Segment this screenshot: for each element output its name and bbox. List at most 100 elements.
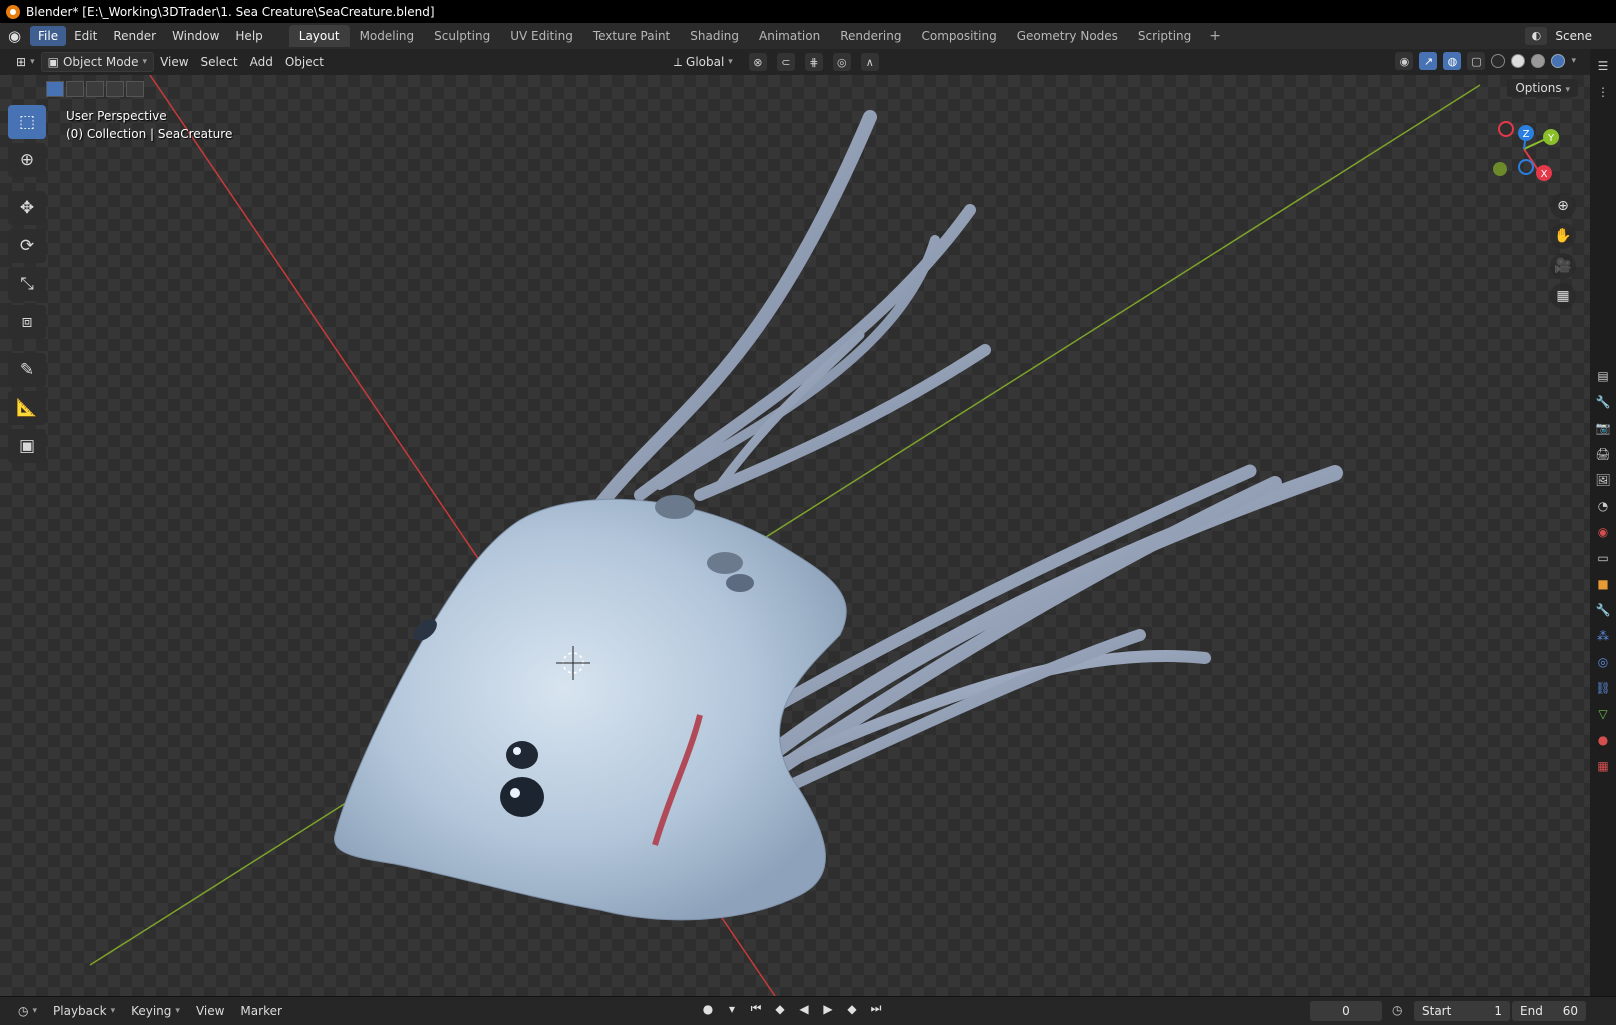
record-icon[interactable]: ● bbox=[700, 1002, 716, 1016]
select-new-icon[interactable] bbox=[46, 81, 64, 97]
tool-properties-icon[interactable]: 🔧 bbox=[1594, 393, 1612, 411]
select-intersect-icon[interactable] bbox=[126, 81, 144, 97]
gizmo-toggle-icon[interactable]: ↗ bbox=[1419, 52, 1438, 70]
orientation-dropdown[interactable]: ⟂ Global ▾ bbox=[668, 52, 739, 72]
pan-hand-icon[interactable]: ✋ bbox=[1550, 223, 1576, 249]
scene-icon[interactable]: ◐ bbox=[1525, 27, 1548, 45]
neg-z-handle[interactable] bbox=[1518, 159, 1534, 175]
current-frame-field[interactable]: 0 bbox=[1310, 1001, 1382, 1021]
preview-range-icon[interactable]: ◷ bbox=[1392, 1003, 1402, 1017]
options-button[interactable]: Options ▾ bbox=[1507, 79, 1578, 97]
ortho-grid-icon[interactable]: ▦ bbox=[1550, 283, 1576, 309]
solid-shading-icon[interactable] bbox=[1511, 54, 1526, 68]
select-extend-icon[interactable] bbox=[66, 81, 84, 97]
falloff-icon[interactable]: ∧ bbox=[860, 53, 879, 71]
play-reverse-icon[interactable]: ◀ bbox=[796, 1002, 812, 1016]
tab-scripting[interactable]: Scripting bbox=[1128, 25, 1201, 47]
material-properties-icon[interactable]: ● bbox=[1594, 731, 1612, 749]
scale-tool-icon[interactable]: ⤡ bbox=[8, 267, 46, 301]
properties-editor-icon[interactable]: ▤ bbox=[1594, 367, 1612, 385]
scene-selector[interactable]: ◐ Scene bbox=[1525, 23, 1616, 49]
end-frame-field[interactable]: End 60 bbox=[1512, 1001, 1586, 1021]
view-layer-icon[interactable]: 🖼 bbox=[1594, 471, 1612, 489]
menu-edit[interactable]: Edit bbox=[66, 26, 105, 46]
menu-marker[interactable]: Marker bbox=[232, 1004, 289, 1018]
menu-object[interactable]: Object bbox=[279, 52, 330, 72]
chevron-down-icon[interactable]: ▾ bbox=[1571, 56, 1576, 66]
modifier-properties-icon[interactable]: 🔧 bbox=[1594, 601, 1612, 619]
snap-target-icon[interactable]: ⋕ bbox=[804, 53, 823, 71]
outliner-icon[interactable]: ☰ bbox=[1594, 57, 1612, 75]
next-keyframe-icon[interactable]: ◆ bbox=[844, 1002, 860, 1016]
neg-y-handle[interactable] bbox=[1493, 162, 1507, 176]
material-shading-icon[interactable] bbox=[1531, 54, 1546, 68]
scene-properties-icon[interactable]: ◔ bbox=[1594, 497, 1612, 515]
cursor-tool-icon[interactable]: ⊕ bbox=[8, 143, 46, 177]
blender-menu-icon[interactable]: ◉ bbox=[8, 27, 30, 45]
start-frame-field[interactable]: Start 1 bbox=[1414, 1001, 1510, 1021]
data-properties-icon[interactable]: ▽ bbox=[1594, 705, 1612, 723]
jump-start-icon[interactable]: ⏮ bbox=[748, 1001, 764, 1016]
select-box-tool-icon[interactable]: ⬚ bbox=[8, 105, 46, 139]
zoom-icon[interactable]: ⊕ bbox=[1550, 193, 1576, 219]
rotate-tool-icon[interactable]: ⟳ bbox=[8, 229, 46, 263]
snap-icon[interactable]: ⊂ bbox=[776, 53, 795, 71]
menu-window[interactable]: Window bbox=[164, 26, 227, 46]
mode-dropdown[interactable]: ▣ Object Mode ▾ bbox=[40, 52, 155, 72]
neg-x-handle[interactable] bbox=[1498, 121, 1514, 137]
transform-tool-icon[interactable]: ⧈ bbox=[8, 305, 46, 339]
annotate-tool-icon[interactable]: ✎ bbox=[8, 353, 46, 387]
add-workspace-icon[interactable]: + bbox=[1201, 28, 1229, 44]
outliner-filter-icon[interactable]: ⋮ bbox=[1594, 83, 1612, 101]
world-properties-icon[interactable]: ◉ bbox=[1594, 523, 1612, 541]
prev-keyframe-icon[interactable]: ◆ bbox=[772, 1002, 788, 1016]
collection-properties-icon[interactable]: ▭ bbox=[1594, 549, 1612, 567]
visibility-icon[interactable]: ◉ bbox=[1395, 52, 1414, 70]
jump-end-icon[interactable]: ⏭ bbox=[868, 1001, 884, 1016]
object-properties-icon[interactable]: ■ bbox=[1594, 575, 1612, 593]
menu-help[interactable]: Help bbox=[227, 26, 270, 46]
editor-type-button[interactable]: ⊞ ▾ bbox=[10, 52, 41, 72]
menu-view[interactable]: View bbox=[154, 52, 194, 72]
proportional-edit-icon[interactable]: ◎ bbox=[832, 53, 851, 71]
tab-animation[interactable]: Animation bbox=[749, 25, 830, 47]
tab-uv-editing[interactable]: UV Editing bbox=[500, 25, 583, 47]
play-icon[interactable]: ▶ bbox=[820, 1002, 836, 1016]
menu-playback[interactable]: Playback ▾ bbox=[45, 1004, 123, 1018]
tab-sculpting[interactable]: Sculpting bbox=[424, 25, 500, 47]
overlay-toggle-icon[interactable]: ◍ bbox=[1443, 52, 1462, 70]
physics-properties-icon[interactable]: ◎ bbox=[1594, 653, 1612, 671]
tab-geometry-nodes[interactable]: Geometry Nodes bbox=[1007, 25, 1128, 47]
menu-render[interactable]: Render bbox=[105, 26, 164, 46]
menu-select[interactable]: Select bbox=[195, 52, 244, 72]
measure-tool-icon[interactable]: 📐 bbox=[8, 391, 46, 425]
pivot-icon[interactable]: ⊗ bbox=[748, 53, 767, 71]
tab-modeling[interactable]: Modeling bbox=[350, 25, 425, 47]
tab-rendering[interactable]: Rendering bbox=[830, 25, 911, 47]
3d-viewport[interactable]: User Perspective (0) Collection | SeaCre… bbox=[0, 75, 1590, 996]
tab-layout[interactable]: Layout bbox=[288, 25, 350, 47]
menu-timeline-view[interactable]: View bbox=[188, 1004, 232, 1018]
menu-keying[interactable]: Keying ▾ bbox=[123, 1004, 188, 1018]
select-subtract-icon[interactable] bbox=[86, 81, 104, 97]
add-cube-tool-icon[interactable]: ▣ bbox=[8, 429, 46, 463]
menu-file[interactable]: File bbox=[30, 26, 67, 46]
move-tool-icon[interactable]: ✥ bbox=[8, 191, 46, 225]
select-invert-icon[interactable] bbox=[106, 81, 124, 97]
wireframe-shading-icon[interactable] bbox=[1491, 54, 1506, 68]
rendered-shading-icon[interactable] bbox=[1551, 54, 1566, 68]
xray-icon[interactable]: ▢ bbox=[1467, 52, 1486, 70]
render-properties-icon[interactable]: 📷 bbox=[1594, 419, 1612, 437]
tab-shading[interactable]: Shading bbox=[680, 25, 749, 47]
particles-properties-icon[interactable]: ⁂ bbox=[1594, 627, 1612, 645]
menu-add[interactable]: Add bbox=[244, 52, 279, 72]
timeline-editor-type[interactable]: ◷ ▾ bbox=[10, 1004, 45, 1018]
constraints-properties-icon[interactable]: ⛓ bbox=[1594, 679, 1612, 697]
camera-view-icon[interactable]: 🎥 bbox=[1550, 253, 1576, 279]
navigation-gizmo[interactable]: Z Y X bbox=[1488, 115, 1568, 185]
output-properties-icon[interactable]: 🖨 bbox=[1594, 445, 1612, 463]
chevron-down-icon[interactable]: ▾ bbox=[724, 1002, 740, 1016]
texture-properties-icon[interactable]: ▦ bbox=[1594, 757, 1612, 775]
tab-texture-paint[interactable]: Texture Paint bbox=[583, 25, 680, 47]
tab-compositing[interactable]: Compositing bbox=[911, 25, 1006, 47]
